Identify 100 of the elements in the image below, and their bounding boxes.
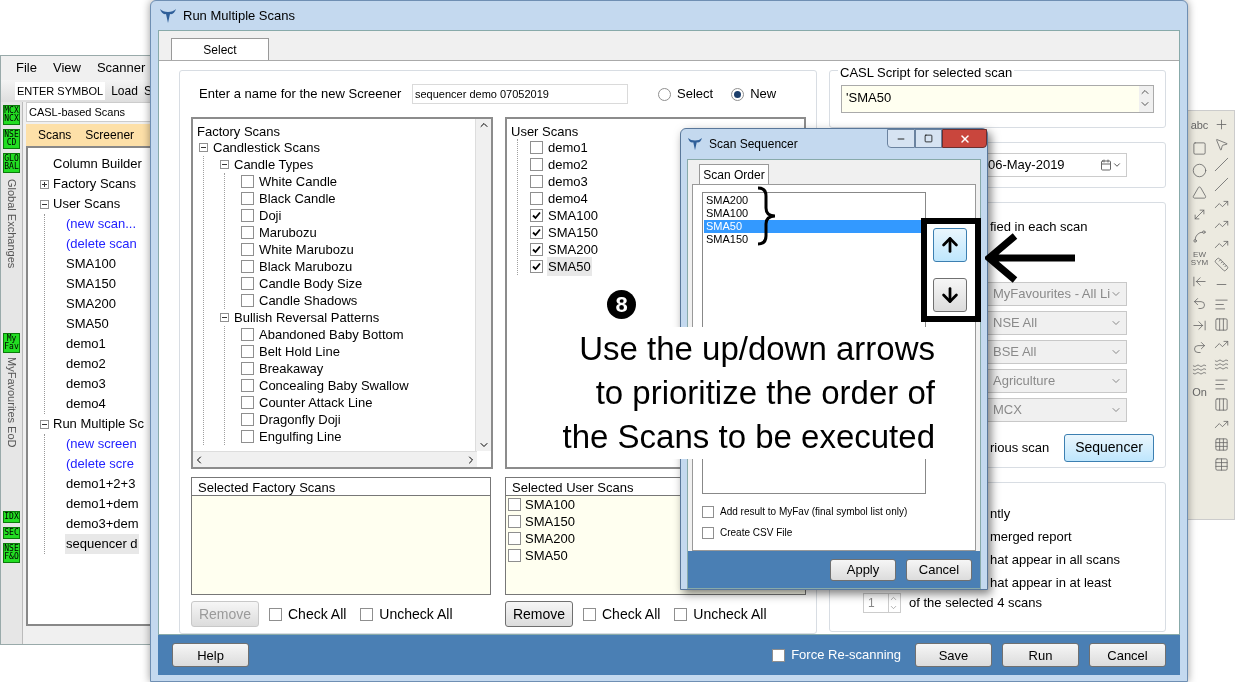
exchange-badge[interactable]: MCX NCX xyxy=(3,105,20,125)
tree-item[interactable]: Factory Scans xyxy=(53,174,137,194)
lines-icon[interactable] xyxy=(1214,377,1229,392)
checkbox[interactable] xyxy=(241,294,254,307)
square-icon[interactable] xyxy=(1192,140,1207,156)
maximize-button[interactable] xyxy=(915,129,942,148)
checkbox[interactable] xyxy=(702,505,714,518)
side-tab[interactable]: Global Exchanges xyxy=(3,179,20,329)
pointer-icon[interactable] xyxy=(1214,137,1229,152)
tree-item[interactable]: demo3 xyxy=(65,374,107,394)
checkbox-label[interactable]: Create CSV File xyxy=(720,525,793,540)
text-tool[interactable]: abc xyxy=(1190,117,1209,134)
minimize-button[interactable] xyxy=(887,129,915,148)
date-field[interactable]: 06-May-2019 xyxy=(987,153,1127,177)
checkbox[interactable] xyxy=(241,209,254,222)
move-down-button[interactable] xyxy=(933,278,967,312)
text-tool[interactable]: On xyxy=(1192,383,1207,400)
checkbox[interactable] xyxy=(508,549,521,562)
tree-item[interactable]: Column Builder xyxy=(53,154,142,174)
script-field[interactable]: 'SMA50 xyxy=(841,85,1154,113)
tree-item[interactable]: User Scans xyxy=(53,194,121,214)
checkbox-label[interactable]: Force Re-scanning xyxy=(791,645,901,665)
radio-label[interactable]: New xyxy=(750,84,777,104)
tab[interactable]: Scan Order xyxy=(699,164,769,184)
tree-item[interactable]: (delete scan xyxy=(65,234,138,254)
tree-item[interactable]: Run Multiple Sc xyxy=(53,414,145,434)
menu-item[interactable]: Scanner xyxy=(96,58,146,78)
checkbox[interactable] xyxy=(269,607,282,621)
checkbox[interactable] xyxy=(702,526,714,539)
circle-icon[interactable] xyxy=(1192,162,1207,178)
name-field[interactable]: sequencer demo 07052019 xyxy=(412,84,628,104)
tree-item[interactable]: demo1 xyxy=(65,334,107,354)
close-button[interactable] xyxy=(942,129,987,148)
exchange-badge[interactable]: IDX xyxy=(3,511,20,523)
minus-box-icon[interactable] xyxy=(40,199,49,209)
radio-label[interactable]: Select xyxy=(677,84,714,104)
exchange-badge[interactable]: My Fav xyxy=(3,333,20,353)
checkbox[interactable] xyxy=(241,243,254,256)
minus-box-icon[interactable] xyxy=(220,313,229,322)
tree-item[interactable]: demo1+dem xyxy=(65,494,140,514)
dialog-button[interactable]: Cancel xyxy=(906,558,972,581)
minus-box-icon[interactable] xyxy=(199,143,208,152)
checkbox[interactable] xyxy=(530,226,543,239)
slash-icon[interactable] xyxy=(1214,177,1229,192)
undo-icon[interactable] xyxy=(1192,295,1207,311)
checkbox[interactable] xyxy=(772,648,786,662)
lines-icon[interactable] xyxy=(1214,297,1229,312)
checkbox[interactable] xyxy=(360,607,374,621)
checkbox[interactable] xyxy=(508,498,521,511)
toolbar-button[interactable]: Load xyxy=(111,82,138,100)
exchange-badge[interactable]: NSE F&O xyxy=(3,543,20,563)
diagonal-arrow-icon[interactable] xyxy=(1192,206,1207,222)
waves-icon[interactable] xyxy=(1214,357,1229,372)
ruler-icon[interactable] xyxy=(1214,257,1229,272)
checkbox[interactable] xyxy=(241,226,254,239)
spin-down-icon[interactable] xyxy=(889,603,898,612)
help-button[interactable]: Help xyxy=(172,643,249,667)
checkbox-label[interactable]: Uncheck All xyxy=(379,603,453,625)
checkbox[interactable] xyxy=(241,413,254,426)
checkbox[interactable] xyxy=(241,396,254,409)
text-tool[interactable]: EW SYM xyxy=(1190,250,1209,267)
tree-item[interactable]: demo2 xyxy=(65,354,107,374)
tree-item[interactable]: SMA50 xyxy=(65,314,110,334)
list-item[interactable]: SMA200 xyxy=(704,194,924,207)
checkbox[interactable] xyxy=(530,243,543,256)
plus-box-icon[interactable] xyxy=(40,179,49,189)
checkbox-label[interactable]: Check All xyxy=(288,603,347,625)
checkbox[interactable] xyxy=(241,362,254,375)
checkbox[interactable] xyxy=(241,260,254,273)
grid-icon[interactable] xyxy=(1214,437,1229,452)
tree-item[interactable]: SMA150 xyxy=(65,274,117,294)
remove-button[interactable]: Remove xyxy=(505,601,573,627)
tree-item[interactable]: SMA50 xyxy=(547,256,592,277)
checkbox[interactable] xyxy=(508,515,521,528)
checkbox-label[interactable]: Add result to MyFav (final symbol list only) xyxy=(720,504,908,519)
tree-item[interactable]: demo4 xyxy=(65,394,107,414)
minus-box-icon[interactable] xyxy=(40,419,49,429)
dialog-button[interactable]: Apply xyxy=(830,558,896,581)
tree-item[interactable]: demo3+dem xyxy=(65,514,140,534)
checkbox[interactable] xyxy=(241,345,254,358)
tree-item[interactable]: (delete scre xyxy=(65,454,135,474)
radio-button[interactable] xyxy=(658,87,671,101)
sequencer-button[interactable]: Sequencer xyxy=(1064,433,1154,462)
tree-item[interactable]: SMA100 xyxy=(65,254,117,274)
checkbox[interactable] xyxy=(241,192,254,205)
table-icon[interactable] xyxy=(1214,457,1229,472)
footer-button[interactable]: Run xyxy=(1002,643,1079,667)
minus-box-icon[interactable] xyxy=(220,160,229,169)
tree-item[interactable]: demo1+2+3 xyxy=(65,474,137,494)
list-item[interactable]: SMA100 xyxy=(704,207,924,220)
checkbox[interactable] xyxy=(530,141,543,154)
spinner[interactable]: 1 xyxy=(863,593,901,613)
columns-icon[interactable] xyxy=(1214,397,1229,412)
checkbox[interactable] xyxy=(241,379,254,392)
move-up-button[interactable] xyxy=(933,228,967,262)
checkbox[interactable] xyxy=(583,607,596,621)
exchange-badge[interactable]: SEC xyxy=(3,527,20,539)
checkbox[interactable] xyxy=(508,532,521,545)
side-tab[interactable]: MyFavourites EoD xyxy=(3,357,20,507)
checkbox[interactable] xyxy=(241,175,254,188)
